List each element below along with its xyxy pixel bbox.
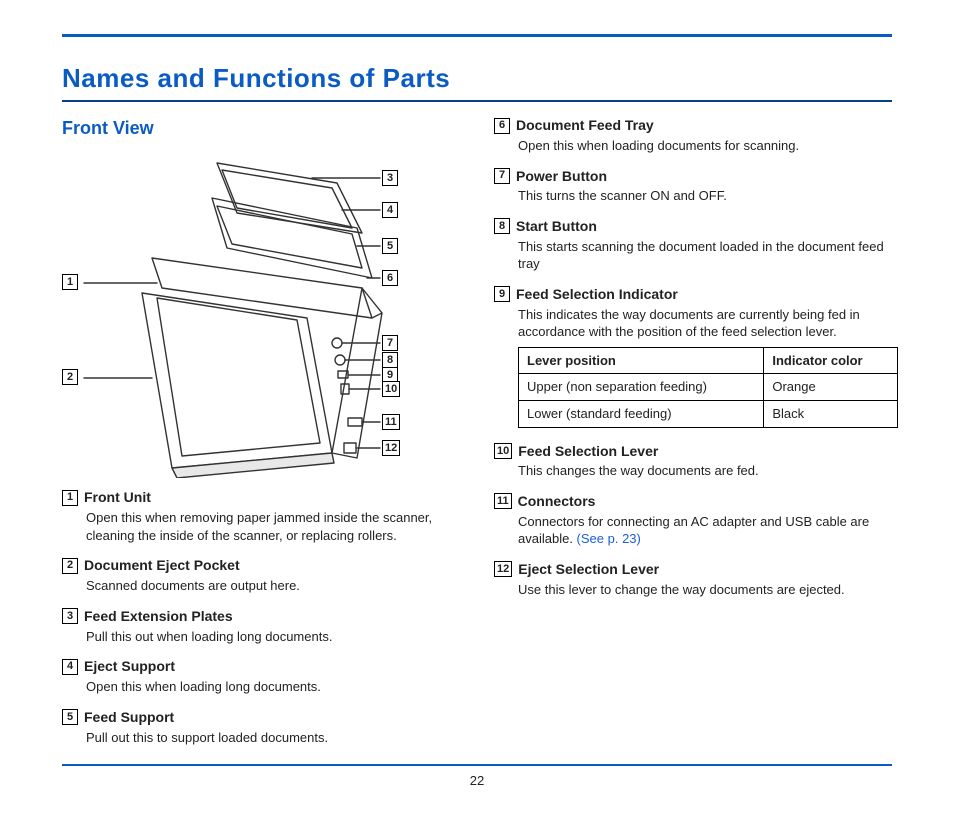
part-description: Open this when loading documents for sca… [518, 137, 892, 155]
part-item: 6 Document Feed Tray Open this when loadin… [494, 116, 892, 154]
table-header: Lever position [519, 347, 764, 374]
part-number-box: 10 [494, 443, 512, 459]
table-cell: Orange [764, 374, 898, 401]
callout-box: 3 [382, 170, 398, 186]
part-number-box: 12 [494, 561, 512, 577]
callout-box: 8 [382, 352, 398, 368]
part-description: Scanned documents are output here. [86, 577, 460, 595]
part-description: Connectors for connecting an AC adapter … [518, 513, 892, 548]
part-description: Pull this out when loading long document… [86, 628, 460, 646]
part-title: Feed Support [84, 708, 174, 727]
part-title: Eject Support [84, 657, 175, 676]
part-description: Open this when removing paper jammed ins… [86, 509, 460, 544]
part-title: Connectors [518, 492, 596, 511]
parts-list-left: 1 Front Unit Open this when removing paper… [62, 488, 460, 746]
table-header: Indicator color [764, 347, 898, 374]
callout-box: 6 [382, 270, 398, 286]
part-number-box: 8 [494, 218, 510, 234]
part-title: Feed Extension Plates [84, 607, 233, 626]
part-item: 8 Start Button This starts scanning the do… [494, 217, 892, 273]
callout-box: 7 [382, 335, 398, 351]
part-number-box: 11 [494, 493, 512, 509]
part-item: 1 Front Unit Open this when removing paper… [62, 488, 460, 544]
part-title: Feed Selection Lever [518, 442, 658, 461]
part-item: 3 Feed Extension Plates Pull this out when… [62, 607, 460, 645]
part-item: 7 Power ButtonThis turns the scanner ON a… [494, 167, 892, 205]
part-title: Document Feed Tray [516, 116, 654, 135]
callout-box: 2 [62, 369, 78, 385]
part-title: Feed Selection Indicator [516, 285, 678, 304]
part-item: 11 Connectors Connectors for connecting an… [494, 492, 892, 548]
table-cell: Lower (standard feeding) [519, 401, 764, 428]
part-title: Power Button [516, 167, 607, 186]
part-item: 12 Eject Selection Lever Use this lever to… [494, 560, 892, 598]
part-title: Front Unit [84, 488, 151, 507]
part-description: This indicates the way documents are cur… [518, 306, 892, 341]
part-title: Start Button [516, 217, 597, 236]
part-number-box: 9 [494, 286, 510, 302]
part-number-box: 6 [494, 118, 510, 134]
part-number-box: 7 [494, 168, 510, 184]
part-title: Document Eject Pocket [84, 556, 240, 575]
part-title: Eject Selection Lever [518, 560, 659, 579]
part-description: Use this lever to change the way documen… [518, 581, 892, 599]
part-number-box: 3 [62, 608, 78, 624]
part-number-box: 2 [62, 558, 78, 574]
page-title: Names and Functions of Parts [62, 61, 892, 96]
table-row: Upper (non separation feeding)Orange [519, 374, 898, 401]
indicator-table: Lever positionIndicator colorUpper (non … [518, 347, 898, 428]
part-description: This changes the way documents are fed. [518, 462, 892, 480]
part-item: 5 Feed Support Pull out this to support lo… [62, 708, 460, 746]
part-number-box: 4 [62, 659, 78, 675]
see-page-link[interactable]: (See p. 23) [577, 531, 641, 546]
callout-box: 1 [62, 274, 78, 290]
callout-box: 12 [382, 440, 400, 456]
bottom-rule [62, 764, 892, 766]
part-item: 10 Feed Selection LeverThis changes the w… [494, 442, 892, 480]
part-item: 2 Document Eject Pocket Scanned documents … [62, 556, 460, 594]
table-cell: Upper (non separation feeding) [519, 374, 764, 401]
callout-box: 11 [382, 414, 400, 430]
title-rule [62, 100, 892, 102]
part-description: This turns the scanner ON and OFF. [518, 187, 892, 205]
scanner-illustration [62, 148, 462, 478]
parts-list-right: 6 Document Feed Tray Open this when loadin… [494, 116, 892, 598]
page-number: 22 [62, 772, 892, 790]
top-rule [62, 34, 892, 37]
callout-box: 5 [382, 238, 398, 254]
part-description: This starts scanning the document loaded… [518, 238, 892, 273]
front-view-diagram: 1 2 3 4 5 6 7 [62, 148, 460, 478]
part-description: Open this when loading long documents. [86, 678, 460, 696]
section-title: Front View [62, 116, 460, 140]
table-row: Lower (standard feeding)Black [519, 401, 898, 428]
part-item: 9 Feed Selection Indicator This indicates … [494, 285, 892, 428]
callout-box: 4 [382, 202, 398, 218]
part-description: Pull out this to support loaded document… [86, 729, 460, 747]
part-item: 4 Eject Support Open this when loading lon… [62, 657, 460, 695]
part-number-box: 5 [62, 709, 78, 725]
part-number-box: 1 [62, 490, 78, 506]
callout-box: 10 [382, 381, 400, 397]
table-cell: Black [764, 401, 898, 428]
